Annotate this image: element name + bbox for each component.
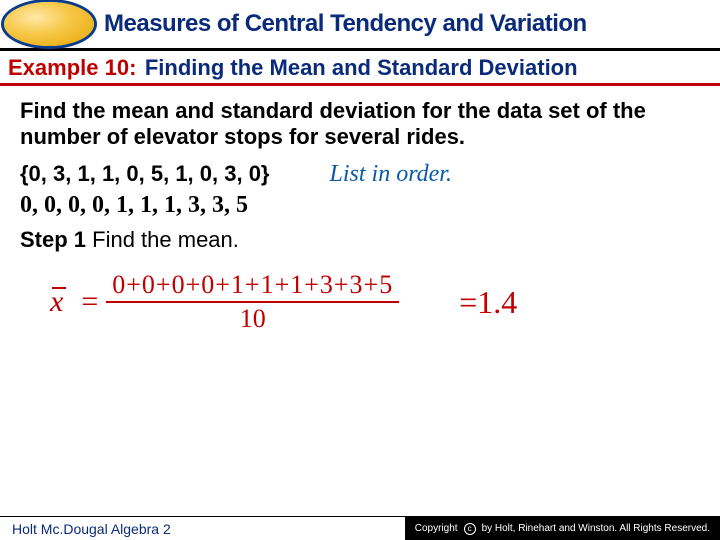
mean-result: =1.4 <box>459 284 517 321</box>
footer-textbook: Holt Mc.Dougal Algebra 2 <box>0 521 171 537</box>
copyright-label: Copyright <box>415 523 458 534</box>
example-title: Finding the Mean and Standard Deviation <box>145 55 578 80</box>
example-number: Example 10: <box>8 55 136 80</box>
data-set: {0, 3, 1, 1, 0, 5, 1, 0, 3, 0} <box>20 161 270 187</box>
step-1: Step 1 Find the mean. <box>20 227 700 253</box>
data-row: {0, 3, 1, 1, 0, 5, 1, 0, 3, 0} List in o… <box>20 161 700 188</box>
copyright-text: by Holt, Rinehart and Winston. All Right… <box>482 523 710 534</box>
header-oval-graphic <box>4 2 94 46</box>
fraction: 0+0+0+0+1+1+1+3+3+5 10 <box>106 271 399 334</box>
step-label: Step 1 <box>20 227 86 252</box>
x-bar-symbol: x <box>50 285 63 319</box>
slide-header: Measures of Central Tendency and Variati… <box>0 0 720 51</box>
mean-equation: x = 0+0+0+0+1+1+1+3+3+5 10 =1.4 <box>50 271 700 334</box>
denominator: 10 <box>240 303 266 334</box>
numerator: 0+0+0+0+1+1+1+3+3+5 <box>106 271 399 304</box>
equals-sign: = <box>81 285 98 319</box>
footer-copyright: Copyright c by Holt, Rinehart and Winsto… <box>405 517 720 540</box>
copyright-icon: c <box>464 523 476 535</box>
slide-content: Find the mean and standard deviation for… <box>0 86 720 334</box>
example-heading: Example 10: Finding the Mean and Standar… <box>0 51 720 86</box>
slide-title: Measures of Central Tendency and Variati… <box>104 11 587 36</box>
sorted-data: 0, 0, 0, 0, 1, 1, 1, 3, 3, 5 <box>20 192 700 219</box>
list-hint: List in order. <box>330 161 452 188</box>
slide-footer: Holt Mc.Dougal Algebra 2 Copyright c by … <box>0 516 720 540</box>
step-text: Find the mean. <box>86 227 239 252</box>
problem-prompt: Find the mean and standard deviation for… <box>20 98 700 151</box>
